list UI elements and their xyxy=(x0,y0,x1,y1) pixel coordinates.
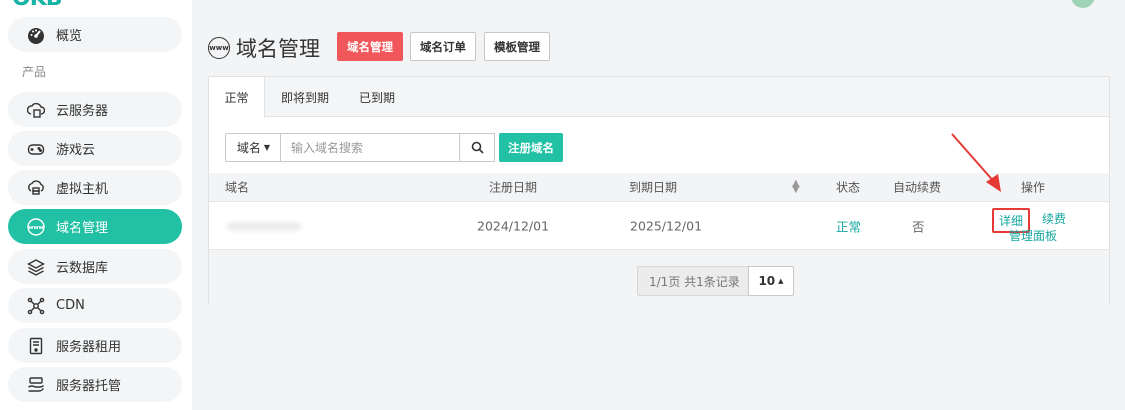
sort-icon[interactable]: ▲ ▼ xyxy=(792,179,800,195)
sidebar-item-label: 云服务器 xyxy=(56,104,109,119)
search-button[interactable] xyxy=(459,133,495,162)
avatar[interactable] xyxy=(1071,0,1095,8)
tab-normal[interactable]: 正常 xyxy=(209,77,265,118)
table-row: 2024/12/01 2025/12/01 正常 否 详细 续费 管理面板 xyxy=(209,202,1109,250)
sidebar-item-overview[interactable]: 概览 xyxy=(8,17,182,52)
caret-up-icon: ▲ xyxy=(778,277,784,285)
auto-renew-value: 否 xyxy=(912,219,925,234)
col-domain[interactable]: 域名 xyxy=(225,179,249,196)
status-badge: 正常 xyxy=(836,219,862,234)
page-title-wrap: www 域名管理 xyxy=(208,33,320,63)
cdn-icon xyxy=(26,296,46,316)
template-management-button[interactable]: 模板管理 xyxy=(484,32,550,61)
col-reg-date[interactable]: 注册日期 xyxy=(489,179,537,196)
select-value: 域名 xyxy=(236,141,261,155)
domain-management-button[interactable]: 域名管理 xyxy=(337,32,403,61)
www-icon: www xyxy=(26,217,46,237)
sidebar-item-cdn[interactable]: CDN xyxy=(8,288,182,323)
search-input[interactable] xyxy=(280,133,460,162)
sidebar-item-label: 域名管理 xyxy=(56,221,109,236)
sidebar-item-label: 游戏云 xyxy=(56,143,96,158)
col-auto-renew: 自动续费 xyxy=(893,180,942,195)
domain-orders-button[interactable]: 域名订单 xyxy=(410,32,476,61)
sidebar-item-label: 服务器租用 xyxy=(56,340,122,355)
col-actions: 操作 xyxy=(1021,180,1046,195)
sidebar-item-label: 虚拟主机 xyxy=(56,182,109,197)
virtual-host-icon xyxy=(26,178,46,198)
domain-name-redacted xyxy=(227,222,301,231)
caret-down-icon: ▼ xyxy=(263,143,271,152)
sidebar-item-label: 概览 xyxy=(56,29,83,44)
dashboard-icon xyxy=(26,25,46,45)
page-size-value: 10 xyxy=(758,274,776,288)
col-status: 状态 xyxy=(836,180,861,195)
sidebar-item-cloud-database[interactable]: 云数据库 xyxy=(8,249,182,284)
tab-bar: 正常 即将到期 已到期 xyxy=(209,77,1109,118)
sidebar-item-virtual-host[interactable]: 虚拟主机 xyxy=(8,170,182,205)
sidebar-item-server-hosting[interactable]: 服务器托管 xyxy=(8,367,182,402)
search-field-select[interactable]: 域名 ▼ xyxy=(225,133,281,162)
exp-date: 2025/12/01 xyxy=(630,218,703,233)
section-label: 产品 xyxy=(22,65,47,79)
col-exp-date[interactable]: 到期日期 xyxy=(629,179,677,196)
tab-expiring-soon[interactable]: 即将到期 xyxy=(271,77,339,117)
cloud-server-icon xyxy=(26,100,46,120)
www-icon: www xyxy=(208,37,230,59)
sidebar-item-label: 服务器托管 xyxy=(56,379,122,394)
sidebar: OKB 概览 产品 云服务器 游戏云 虚拟主机 www 域名管理 xyxy=(0,0,192,410)
tab-expired[interactable]: 已到期 xyxy=(349,77,405,117)
sidebar-item-label: CDN xyxy=(56,298,85,313)
reg-date: 2024/12/01 xyxy=(477,218,550,233)
register-domain-button[interactable]: 注册域名 xyxy=(499,133,563,162)
pagination: 1/1页 共1条记录 10 ▲ xyxy=(209,250,1109,305)
sidebar-item-cloud-server[interactable]: 云服务器 xyxy=(8,92,182,127)
server-rent-icon xyxy=(26,336,46,356)
control-panel-link[interactable]: 管理面板 xyxy=(1009,227,1057,244)
logo: OKB xyxy=(8,0,158,8)
database-layers-icon xyxy=(26,257,46,277)
annotation-arrow xyxy=(951,133,1001,192)
sidebar-item-server-rental[interactable]: 服务器租用 xyxy=(8,328,182,363)
gamepad-icon xyxy=(26,139,46,159)
sidebar-item-label: 云数据库 xyxy=(56,261,109,276)
page-size-select[interactable]: 10 ▲ xyxy=(748,266,794,296)
search-icon xyxy=(471,141,484,154)
pager-info: 1/1页 共1条记录 xyxy=(637,266,752,296)
sidebar-item-domain-management[interactable]: www 域名管理 xyxy=(8,209,182,244)
server-hosting-icon xyxy=(26,375,46,395)
renew-link[interactable]: 续费 xyxy=(1042,210,1066,227)
sidebar-item-game-cloud[interactable]: 游戏云 xyxy=(8,131,182,166)
svg-text:www: www xyxy=(28,225,43,231)
page-title: 域名管理 xyxy=(236,37,320,61)
